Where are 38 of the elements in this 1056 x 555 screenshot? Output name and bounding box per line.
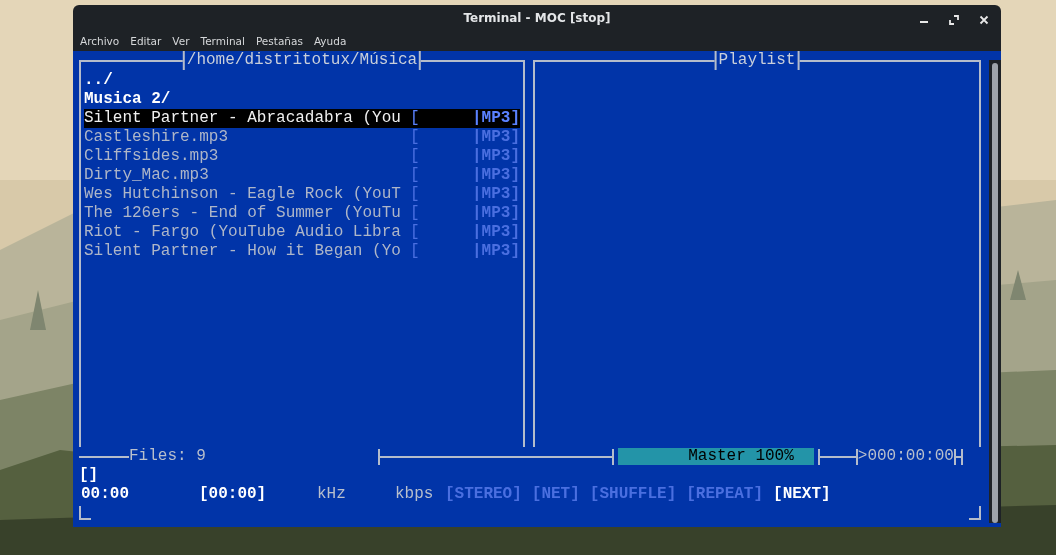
- file-row[interactable]: Silent Partner - How it Began (Yo [ |MP3]: [84, 242, 520, 261]
- panel-title: Playlist: [714, 51, 800, 70]
- file-row[interactable]: ../: [84, 71, 520, 90]
- border-corner: [969, 506, 981, 520]
- close-icon[interactable]: [979, 15, 989, 25]
- song-duration: [00:00]: [199, 485, 268, 504]
- menu-item[interactable]: Pestañas: [255, 35, 303, 48]
- file-row[interactable]: Riot - Fargo (YouTube Audio Libra [ |MP3]: [84, 223, 520, 242]
- file-row[interactable]: Wes Hutchinson - Eagle Rock (YouT [ |MP3]: [84, 185, 520, 204]
- menu-item[interactable]: Archivo: [80, 35, 120, 48]
- menu-item[interactable]: Editar: [130, 35, 162, 48]
- border-line: [79, 455, 129, 458]
- file-row[interactable]: Musica 2/: [84, 90, 520, 109]
- mode-indicator: [NEXT]: [773, 485, 831, 504]
- scrollbar[interactable]: [989, 60, 1001, 523]
- file-row[interactable]: Castleshire.mp3 [ |MP3]: [84, 128, 520, 147]
- volume-label: Master 100%: [687, 448, 795, 465]
- sample-rate: kHz: [317, 485, 347, 504]
- menu-item[interactable]: Terminal: [200, 35, 245, 48]
- mode-indicator: [STEREO]: [445, 485, 522, 504]
- total-time: >000:00:00: [857, 447, 954, 466]
- song-title: []: [79, 466, 99, 485]
- files-count: Files: 9: [129, 447, 206, 466]
- window-title: Terminal - MOC [stop]: [463, 11, 611, 26]
- file-row[interactable]: The 126ers - End of Summer (YouTu [ |MP3]: [84, 204, 520, 223]
- menu-item[interactable]: Ayuda: [313, 35, 347, 48]
- bitrate: kbps: [395, 485, 435, 504]
- mode-indicator: [SHUFFLE]: [589, 485, 677, 504]
- maximize-icon[interactable]: [949, 15, 959, 25]
- file-row[interactable]: Silent Partner - Abracadabra (You [ |MP3]: [84, 109, 520, 128]
- file-row[interactable]: Dirty_Mac.mp3 [ |MP3]: [84, 166, 520, 185]
- mode-indicator: [NET]: [531, 485, 580, 504]
- menu-item[interactable]: Ver: [172, 35, 190, 48]
- panel-title: /home/distritotux/Música: [182, 51, 422, 70]
- border-corner: [79, 506, 91, 520]
- elapsed-time: 00:00: [81, 485, 130, 504]
- file-row[interactable]: Cliffsides.mp3 [ |MP3]: [84, 147, 520, 166]
- mode-indicator: [REPEAT]: [686, 485, 764, 504]
